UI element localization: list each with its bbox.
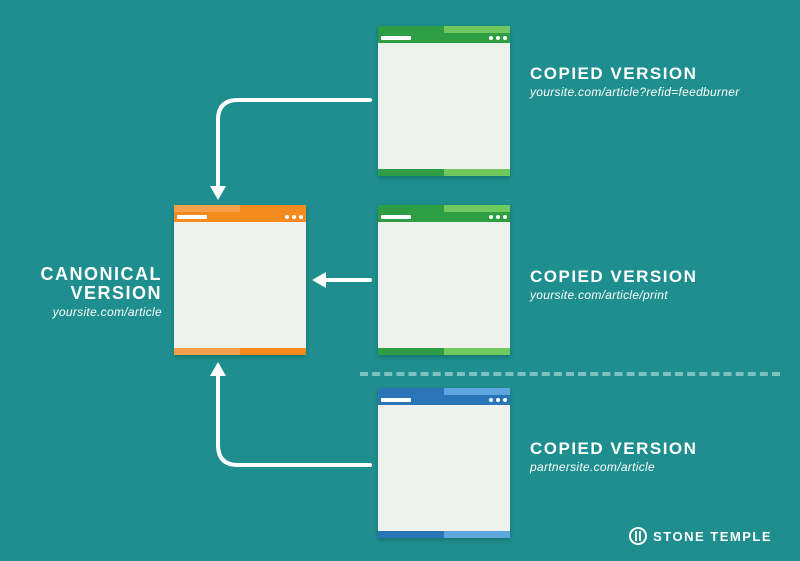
brand-name: STONE TEMPLE [653, 529, 772, 544]
brand-icon [629, 527, 647, 545]
footer-logo: STONE TEMPLE [629, 527, 772, 545]
arrow-copy3-to-canonical [0, 0, 800, 561]
